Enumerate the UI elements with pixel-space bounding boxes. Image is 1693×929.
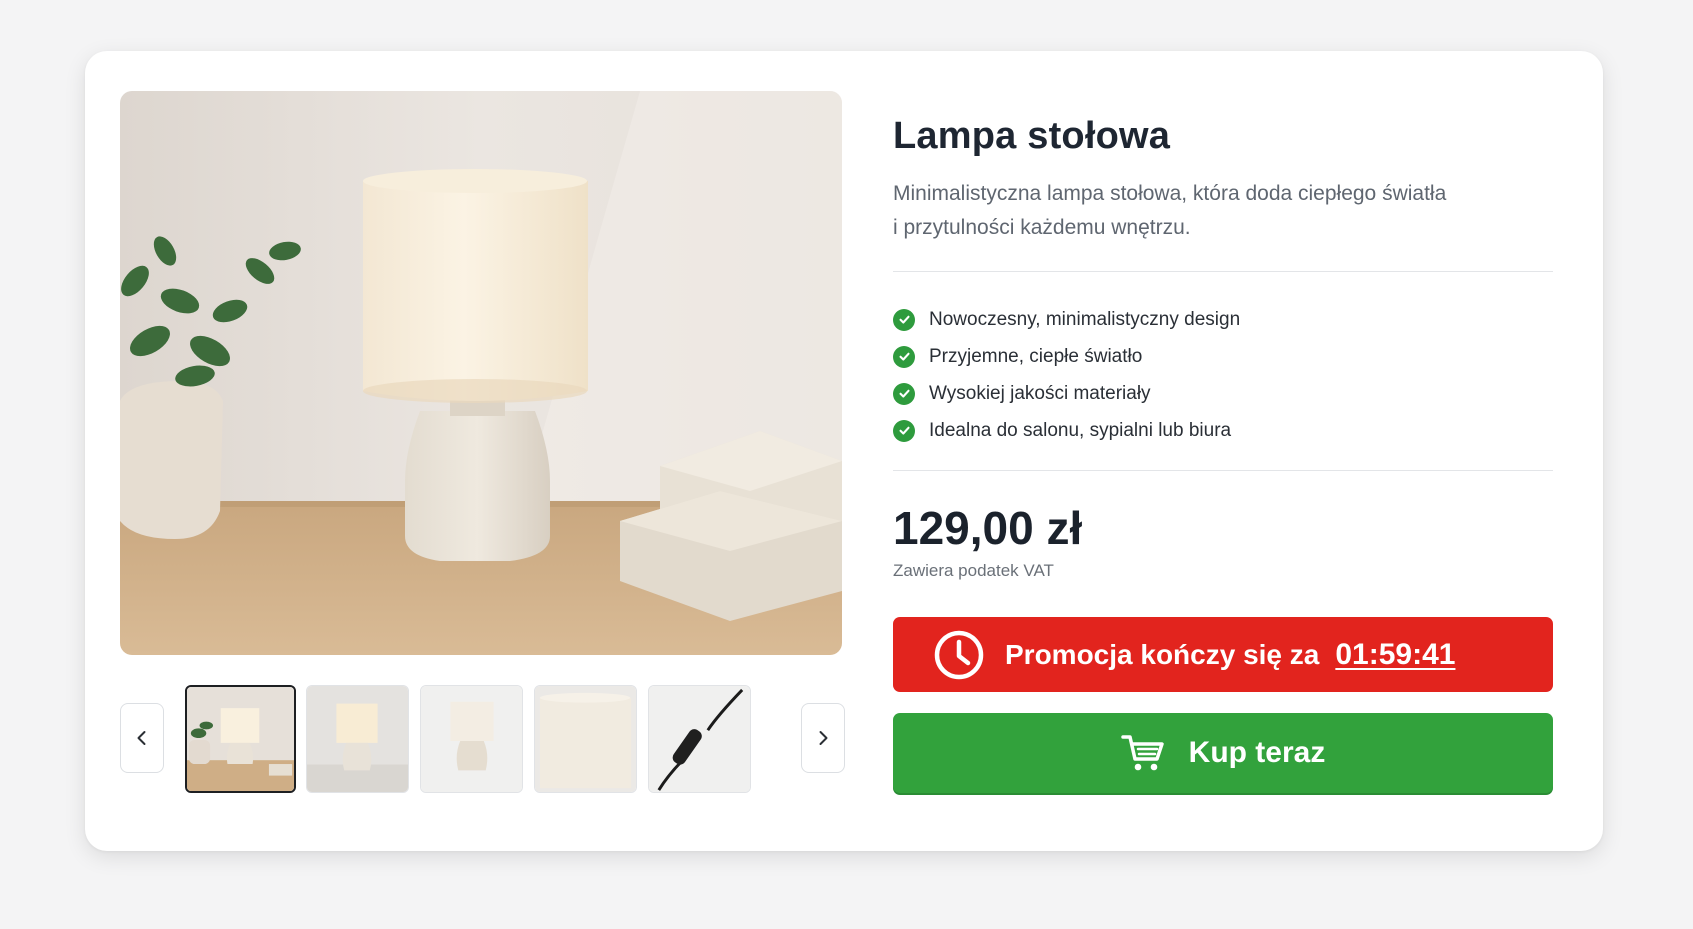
thumbnail-3[interactable] [420, 685, 523, 793]
carousel-next-button[interactable] [801, 703, 845, 773]
clock-icon [934, 630, 984, 679]
main-product-image [120, 91, 842, 655]
feature-text: Przyjemne, ciepłe światło [929, 345, 1143, 367]
product-card: Lampa stołowa Minimalistyczna lampa stoł… [85, 51, 1603, 851]
buy-now-button[interactable]: Kup teraz [893, 713, 1553, 793]
divider [893, 271, 1553, 272]
divider [893, 470, 1553, 471]
check-icon [893, 308, 915, 331]
thumbnail-1[interactable] [185, 685, 296, 793]
feature-item: Idealna do salonu, sypialni lub biura [893, 412, 1240, 449]
feature-list: Nowoczesny, minimalistyczny design Przyj… [893, 301, 1240, 449]
check-icon [893, 419, 915, 442]
check-icon [893, 382, 915, 405]
buy-now-label: Kup teraz [1188, 736, 1326, 769]
thumbnail-2[interactable] [306, 685, 409, 793]
carousel-prev-button[interactable] [120, 703, 164, 773]
promo-timer: 01:59:41 [1335, 637, 1456, 671]
chevron-left-icon [137, 731, 146, 745]
thumbnail-4[interactable] [534, 685, 637, 793]
promo-label: Promocja kończy się za [1005, 638, 1320, 670]
feature-item: Nowoczesny, minimalistyczny design [893, 301, 1240, 338]
cart-icon [1120, 735, 1164, 771]
thumbnail-5[interactable] [648, 685, 751, 793]
feature-text: Idealna do salonu, sypialni lub biura [929, 419, 1232, 441]
feature-item: Wysokiej jakości materiały [893, 375, 1240, 412]
feature-text: Nowoczesny, minimalistyczny design [929, 308, 1241, 330]
product-title: Lampa stołowa [893, 115, 1171, 157]
product-description: Minimalistyczna lampa stołowa, która dod… [893, 182, 1447, 239]
promo-countdown-banner: Promocja kończy się za 01:59:41 [893, 617, 1553, 692]
chevron-right-icon [819, 731, 828, 745]
check-icon [893, 345, 915, 368]
product-price: 129,00 zł [893, 502, 1083, 554]
feature-item: Przyjemne, ciepłe światło [893, 338, 1240, 375]
feature-text: Wysokiej jakości materiały [929, 382, 1151, 404]
vat-note: Zawiera podatek VAT [893, 561, 1054, 580]
